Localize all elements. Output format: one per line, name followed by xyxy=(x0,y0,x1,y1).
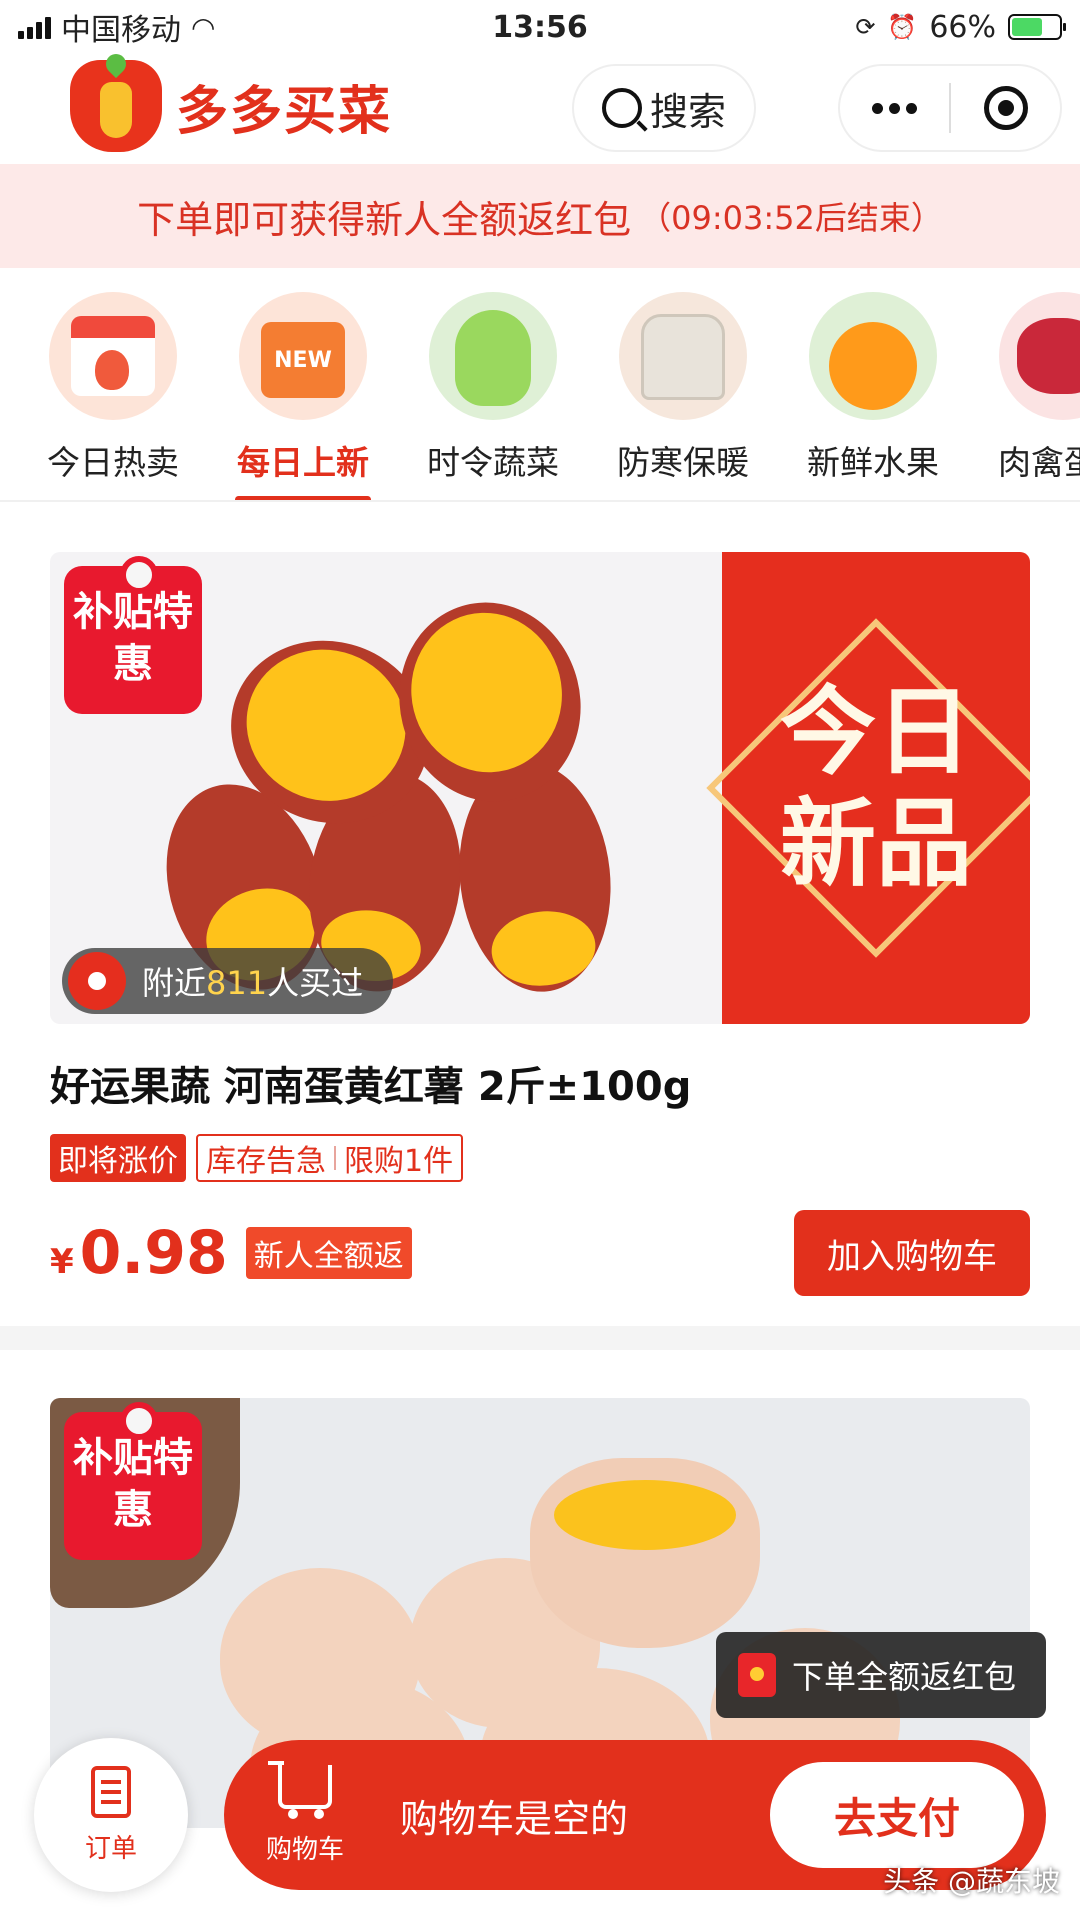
new-badge: NEW xyxy=(261,322,345,398)
category-tab-fresh-fruit[interactable]: 新鲜水果 xyxy=(798,292,948,484)
calendar-fire-icon xyxy=(49,292,177,420)
wifi-icon: ◠ xyxy=(191,10,216,44)
new-product-banner: 今日新品 xyxy=(706,552,1030,1024)
product-tags: 即将涨价 库存告急 限购1件 xyxy=(50,1134,1030,1182)
category-label: 新鲜水果 xyxy=(807,443,939,482)
category-label: 每日上新 xyxy=(237,443,369,482)
cart-status: 购物车是空的 xyxy=(400,1796,629,1841)
nearby-suffix: 人买过 xyxy=(267,964,364,1002)
add-to-cart-button[interactable]: 加入购物车 xyxy=(794,1210,1030,1296)
nearby-prefix: 附近 xyxy=(142,964,207,1002)
product-image[interactable]: 补贴特惠 今日新品 附近811人买过 xyxy=(50,552,1030,1024)
category-label: 肉禽蛋 xyxy=(998,443,1080,482)
product-price: ¥ 0.98 xyxy=(50,1218,228,1288)
rotation-lock-icon: ⟳ xyxy=(855,13,876,41)
cart-label: 购物车 xyxy=(265,1834,344,1865)
battery-icon xyxy=(1008,14,1066,40)
orange-icon xyxy=(809,292,937,420)
signal-icon xyxy=(18,15,51,39)
cracked-egg xyxy=(530,1458,760,1648)
new-bag-icon: NEW xyxy=(239,292,367,420)
category-tab-seasonal-veg[interactable]: 时令蔬菜 xyxy=(418,292,568,484)
red-packet-text: 下单全额返红包 xyxy=(792,1658,1017,1696)
subsidy-tag: 补贴特惠 xyxy=(64,1402,202,1560)
currency-symbol: ¥ xyxy=(50,1242,74,1282)
search-icon xyxy=(601,88,642,128)
promo-text: 下单即可获得新人全额返红包 xyxy=(137,197,632,242)
cabbage-icon xyxy=(429,292,557,420)
red-packet-tooltip[interactable]: 下单全额返红包 xyxy=(716,1632,1046,1718)
promo-countdown: （09:03:52后结束） xyxy=(639,199,943,237)
active-tab-indicator xyxy=(235,496,371,500)
search-label: 搜索 xyxy=(649,89,726,134)
jacket-icon xyxy=(619,292,747,420)
search-button[interactable]: 搜索 xyxy=(572,64,756,152)
category-tab-warm-clothing[interactable]: 防寒保暖 xyxy=(608,292,758,484)
location-pin-icon xyxy=(68,952,126,1010)
price-row: ¥ 0.98 新人全额返 加入购物车 xyxy=(50,1210,1030,1296)
category-label: 今日热卖 xyxy=(47,443,179,482)
product-title[interactable]: 好运果蔬 河南蛋黄红薯 2斤±100g xyxy=(50,1054,1030,1112)
low-stock-label: 库存告急 xyxy=(206,1144,326,1179)
watermark: 头条 @蔬东坡 xyxy=(883,1865,1060,1898)
status-bar: 中国移动 ◠ 13:56 ⟳ ⏰ 66% xyxy=(0,0,1080,54)
category-label: 防寒保暖 xyxy=(617,443,749,482)
category-tab-hot-today[interactable]: 今日热卖 xyxy=(38,292,188,484)
carrot-logo-icon xyxy=(70,60,162,152)
category-tab-daily-new[interactable]: NEW 每日上新 xyxy=(228,292,378,500)
category-label: 时令蔬菜 xyxy=(427,443,559,482)
promo-banner[interactable]: 下单即可获得新人全额返红包 （09:03:52后结束） xyxy=(0,164,1080,268)
price-value: 0.98 xyxy=(79,1218,228,1288)
checkout-button[interactable]: 去支付 xyxy=(770,1762,1024,1868)
meat-icon xyxy=(999,292,1080,420)
app-header: 多多买菜 搜索 xyxy=(0,54,1080,164)
section-divider xyxy=(0,1326,1080,1350)
red-packet-icon xyxy=(738,1653,776,1697)
nearby-buyers-badge: 附近811人买过 xyxy=(62,948,394,1014)
category-tab-meat-egg[interactable]: 肉禽蛋 xyxy=(988,292,1080,484)
cart-button[interactable]: 购物车 xyxy=(230,1760,380,1866)
close-miniprogram-icon[interactable] xyxy=(951,86,1060,130)
more-options-icon[interactable] xyxy=(840,102,949,114)
category-tabs: 今日热卖 NEW 每日上新 时令蔬菜 防寒保暖 新鲜水果 肉禽蛋 xyxy=(0,270,1080,502)
battery-percent: 66% xyxy=(929,9,996,45)
new-product-text: 今日新品 xyxy=(780,676,972,900)
miniprogram-capsule xyxy=(838,64,1062,152)
nearby-count: 811 xyxy=(206,964,268,1002)
purchase-limit-label: 限购1件 xyxy=(344,1144,454,1179)
subsidy-tag: 补贴特惠 xyxy=(64,556,202,714)
product-card[interactable]: 补贴特惠 今日新品 附近811人买过 好运果蔬 河南蛋黄红薯 2斤±100g 即… xyxy=(50,552,1030,1296)
app-logo: 多多买菜 xyxy=(70,60,392,152)
carrier-name: 中国移动 xyxy=(61,13,181,48)
stock-limit-tag: 库存告急 限购1件 xyxy=(196,1134,464,1182)
orders-button[interactable]: 订单 xyxy=(34,1738,188,1892)
newcomer-refund-tag: 新人全额返 xyxy=(245,1227,412,1279)
app-name: 多多买菜 xyxy=(176,81,393,142)
price-rise-tag: 即将涨价 xyxy=(50,1134,186,1182)
alarm-icon: ⏰ xyxy=(887,13,918,41)
order-document-icon xyxy=(91,1765,131,1818)
shopping-cart-icon xyxy=(268,1760,332,1819)
orders-label: 订单 xyxy=(84,1833,137,1864)
